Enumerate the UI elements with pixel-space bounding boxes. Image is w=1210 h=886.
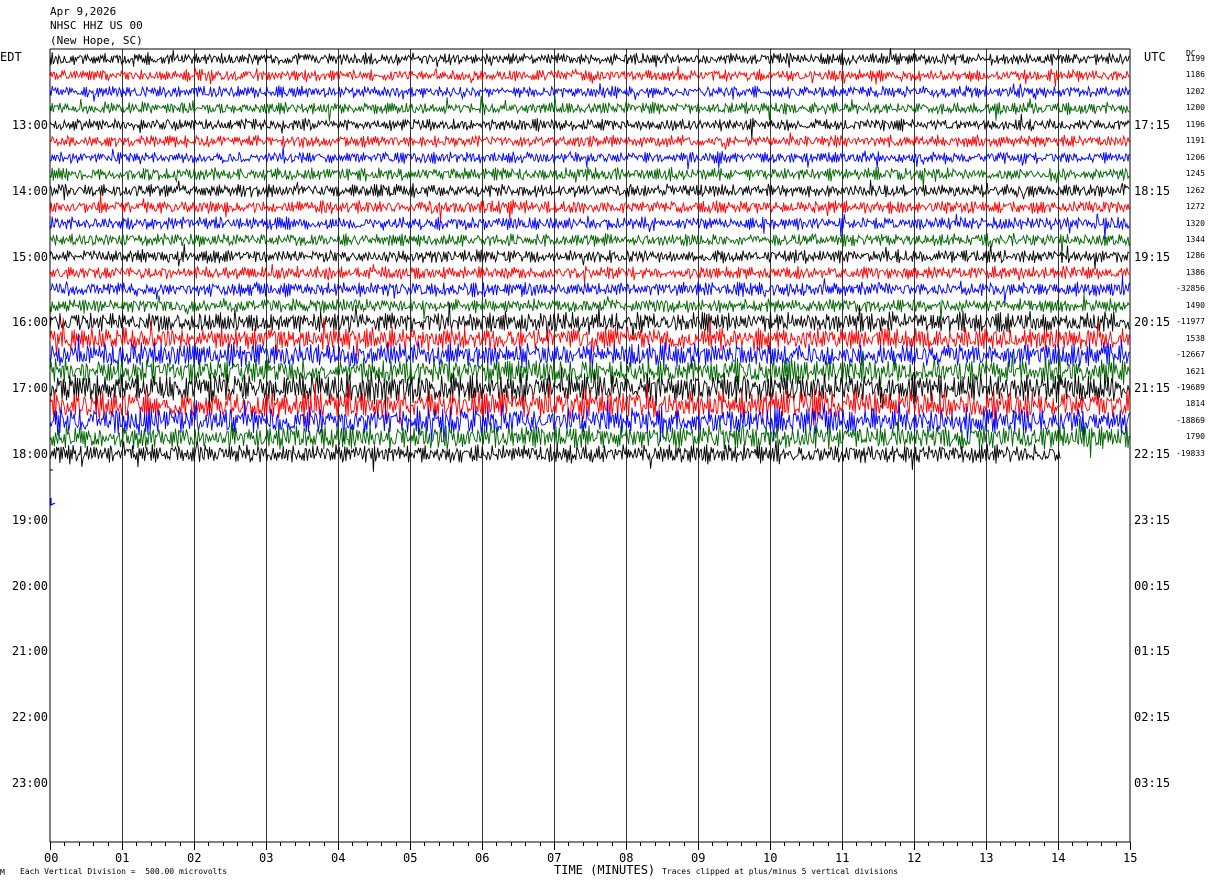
x-tick-label: 04: [331, 851, 346, 865]
x-tick-label: 00: [44, 851, 59, 865]
plot-grid: [49, 48, 1131, 843]
dc-offset-value: 1200: [1185, 103, 1205, 112]
left-hour-label: 21:00: [11, 644, 48, 658]
x-tick-label: 01: [115, 851, 130, 865]
dc-offset-value: 1286: [1185, 251, 1205, 260]
seismic-trace-line: [49, 47, 1130, 68]
x-axis-title: TIME (MINUTES): [554, 863, 656, 877]
dc-offset-value: 1490: [1185, 301, 1205, 310]
seismic-trace-line: [49, 263, 1130, 284]
left-hour-label: 19:00: [11, 513, 48, 527]
seismic-trace-line: [49, 132, 1130, 150]
seismic-trace-line: [49, 113, 1130, 140]
x-tick-label: 11: [835, 851, 850, 865]
dc-offset-value: 1386: [1185, 268, 1205, 277]
left-timezone-label: EDT: [0, 50, 22, 64]
dc-offset-value: 1191: [1185, 136, 1205, 145]
left-hour-label: 20:00: [11, 579, 48, 593]
left-hour-label: 18:00: [11, 447, 48, 461]
right-hour-label: 20:15: [1134, 315, 1171, 329]
x-tick-label: 15: [1123, 851, 1138, 865]
right-hour-label: 02:15: [1134, 710, 1171, 724]
x-tick-label: 13: [979, 851, 994, 865]
seismic-trace-line: [49, 293, 1130, 320]
right-hour-label: 00:15: [1134, 579, 1171, 593]
dc-offset-value: 1196: [1185, 120, 1205, 129]
x-tick-label: 12: [907, 851, 922, 865]
seismic-trace-line: [49, 179, 1130, 201]
dc-offset-value: 1272: [1185, 202, 1205, 211]
x-axis-ticks: [50, 842, 1131, 850]
seismic-trace-line: [49, 276, 1130, 304]
seismic-trace-line: [49, 440, 1062, 472]
seismic-trace-line: [49, 334, 1130, 369]
dc-offset-value: 1202: [1185, 87, 1205, 96]
dc-offset-value: 1262: [1185, 186, 1205, 195]
dc-offset-value: -11977: [1176, 317, 1205, 326]
dc-offset-value: -32856: [1176, 284, 1205, 293]
left-hour-label: 13:00: [11, 118, 48, 132]
right-hour-label: 03:15: [1134, 776, 1171, 790]
left-hour-label: 22:00: [11, 710, 48, 724]
right-hour-label: 22:15: [1134, 447, 1171, 461]
vertical-scale-note: Each Vertical Division = 500.00 microvol…: [20, 867, 228, 876]
dc-offset-value: 1790: [1185, 432, 1205, 441]
right-hour-label: 17:15: [1134, 118, 1171, 132]
dc-offset-value: 1538: [1185, 334, 1205, 343]
right-hour-label: 19:15: [1134, 250, 1171, 264]
helicorder-plot: [49, 47, 1131, 850]
right-hour-label: 18:15: [1134, 184, 1171, 198]
left-hour-label: 16:00: [11, 315, 48, 329]
seismic-trace-line: [49, 166, 1130, 189]
dc-offset-value: -19833: [1176, 449, 1205, 458]
dc-offset-value: -19689: [1176, 383, 1205, 392]
dc-offset-value: 1621: [1185, 367, 1205, 376]
left-hour-label: 14:00: [11, 184, 48, 198]
seismic-trace-line: [49, 83, 1130, 102]
dc-offset-value: 1206: [1185, 153, 1205, 162]
header-station: NHSC HHZ US 00: [50, 19, 143, 32]
x-tick-label: 09: [691, 851, 706, 865]
header-location: (New Hope, SC): [50, 34, 143, 47]
dc-offset-value: -18869: [1176, 416, 1205, 425]
x-tick-label: 10: [763, 851, 778, 865]
left-hour-label: 17:00: [11, 381, 48, 395]
seismic-trace-line: [49, 66, 1130, 87]
x-tick-label: 06: [475, 851, 490, 865]
trace-start-mark: [50, 498, 56, 506]
corner-mark: M: [0, 868, 5, 877]
left-hour-label: 15:00: [11, 250, 48, 264]
dc-offset-value: 1344: [1185, 235, 1205, 244]
seismic-trace-line: [49, 193, 1130, 222]
header-date: Apr 9,2026: [50, 5, 117, 18]
dc-offset-value: 1814: [1185, 399, 1205, 408]
seismic-trace-line: [49, 95, 1130, 122]
x-tick-label: 14: [1051, 851, 1066, 865]
x-tick-label: 02: [187, 851, 202, 865]
dc-offset-value: 1245: [1185, 169, 1205, 178]
dc-offset-value: 1320: [1185, 219, 1205, 228]
dc-offset-value: 1199: [1185, 54, 1205, 63]
seismic-trace-line: [49, 243, 1130, 270]
x-tick-label: 05: [403, 851, 418, 865]
right-hour-label: 01:15: [1134, 644, 1171, 658]
seismic-traces: [49, 47, 1130, 506]
dc-offset-value: 1186: [1185, 70, 1205, 79]
right-timezone-label: UTC: [1144, 50, 1166, 64]
right-hour-label: 21:15: [1134, 381, 1171, 395]
seismic-trace-line: [49, 146, 1130, 170]
left-hour-label: 23:00: [11, 776, 48, 790]
dc-offset-value: -12667: [1176, 350, 1205, 359]
clip-note: Traces clipped at plus/minus 5 vertical …: [662, 867, 899, 876]
x-tick-label: 03: [259, 851, 274, 865]
right-hour-label: 23:15: [1134, 513, 1171, 527]
